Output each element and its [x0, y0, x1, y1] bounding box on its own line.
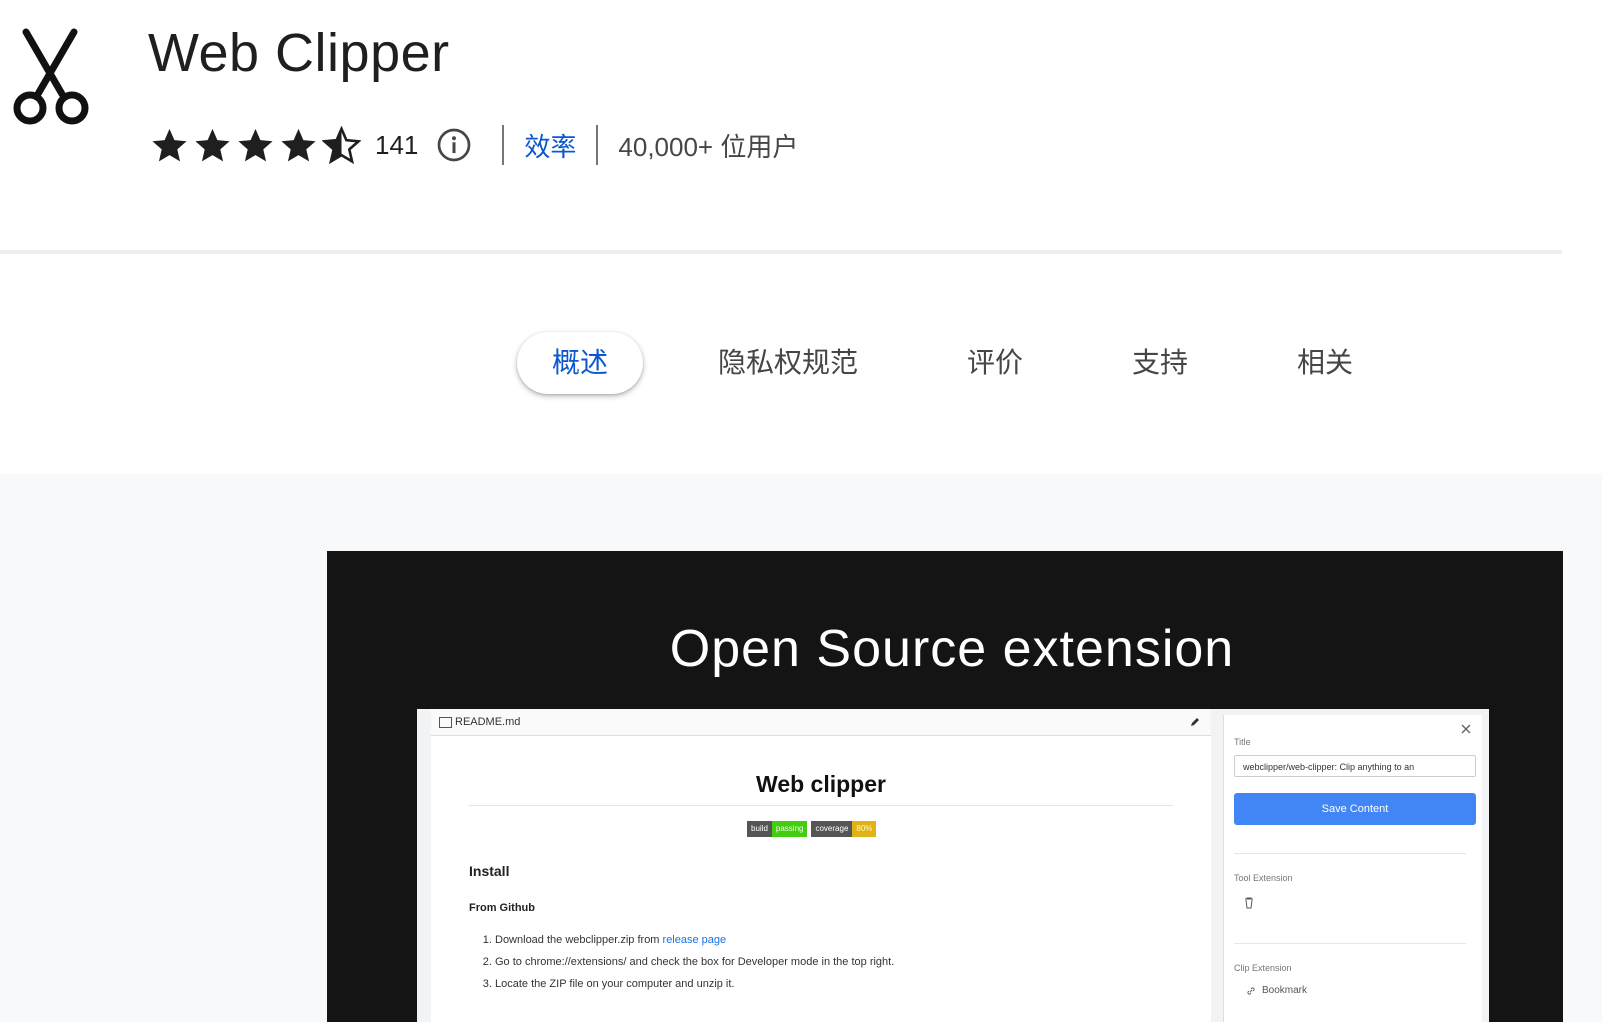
panel-divider — [1234, 943, 1466, 944]
tool-extension-label: Tool Extension — [1234, 873, 1293, 883]
tab-support[interactable]: 支持 — [1120, 332, 1200, 394]
detail-tabs: 概述 隐私权规范 评价 支持 相关 — [0, 332, 1602, 396]
scissors-logo-icon — [10, 28, 90, 128]
file-icon — [439, 716, 452, 728]
trash-icon — [1245, 897, 1253, 909]
install-heading: Install — [469, 863, 510, 879]
tab-privacy[interactable]: 隐私权规范 — [710, 332, 866, 394]
tab-reviews[interactable]: 评价 — [955, 332, 1035, 394]
meta-divider — [596, 125, 599, 165]
close-icon — [1461, 724, 1471, 734]
from-github-heading: From Github — [469, 902, 535, 914]
clipper-panel: Title webclipper/web-clipper: Clip anyth… — [1223, 715, 1482, 1022]
title-label: Title — [1234, 737, 1251, 747]
pencil-icon — [1191, 718, 1199, 726]
release-page-link: release page — [662, 934, 727, 946]
readme-rule — [469, 805, 1173, 806]
title-field: webclipper/web-clipper: Clip anything to… — [1234, 755, 1476, 777]
info-icon[interactable] — [436, 127, 472, 163]
readme-view: README.md Web clipper build passing cove… — [431, 709, 1211, 1022]
save-content-button: Save Content — [1234, 793, 1476, 825]
link-icon — [1247, 986, 1255, 995]
bookmark-item: Bookmark — [1246, 985, 1307, 996]
list-item: Download the webclipper.zip from release… — [495, 929, 894, 951]
list-item: Locate the ZIP file on your computer and… — [495, 973, 894, 995]
embedded-screenshot: README.md Web clipper build passing cove… — [417, 709, 1489, 1022]
readme-badges: build passing coverage 80% — [747, 821, 877, 837]
tab-overview[interactable]: 概述 — [517, 332, 643, 394]
rating-stars — [150, 125, 361, 165]
extension-title: Web Clipper — [148, 23, 450, 83]
user-count: 40,000+ 位用户 — [618, 131, 799, 162]
star-full-icon — [281, 128, 316, 161]
clip-extension-label: Clip Extension — [1234, 963, 1292, 973]
extension-meta: 141 效率 40,000+ 位用户 — [150, 124, 798, 166]
star-full-icon — [238, 128, 273, 161]
slide-heading: Open Source extension — [669, 620, 1235, 678]
coverage-badge: coverage 80% — [811, 821, 877, 837]
star-full-icon — [195, 128, 230, 161]
star-half-icon — [322, 125, 361, 164]
readme-title: Web clipper — [756, 771, 886, 797]
readme-file-bar: README.md — [431, 709, 1211, 736]
star-full-icon — [152, 128, 187, 161]
readme-filename: README.md — [455, 716, 521, 728]
tab-related[interactable]: 相关 — [1285, 332, 1365, 394]
screenshot-slide[interactable]: Open Source extension README.md Web clip… — [327, 551, 1563, 1022]
category-link[interactable]: 效率 — [524, 127, 576, 164]
install-steps: Download the webclipper.zip from release… — [469, 929, 894, 995]
meta-divider — [502, 125, 505, 165]
list-item: Go to chrome://extensions/ and check the… — [495, 951, 894, 973]
panel-divider — [1234, 853, 1466, 854]
build-badge: build passing — [747, 821, 808, 837]
rating-count[interactable]: 141 — [375, 130, 418, 161]
header-divider — [0, 250, 1562, 254]
